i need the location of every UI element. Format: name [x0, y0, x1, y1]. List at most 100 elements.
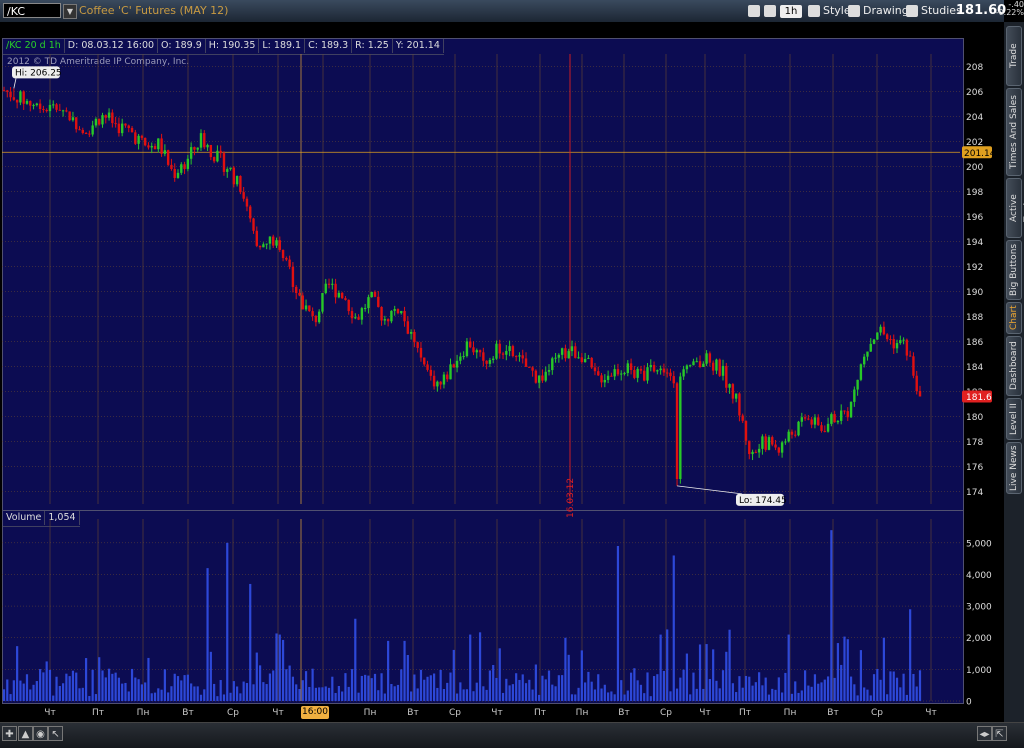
candle-body	[91, 125, 94, 135]
tab-dashboard[interactable]: Dashboard	[1006, 336, 1022, 396]
volume-bar	[580, 650, 583, 701]
volume-bar	[465, 689, 469, 701]
candle-body	[534, 370, 538, 383]
candle-body	[711, 362, 715, 371]
volume-bar	[689, 694, 692, 701]
drawings-button[interactable]: Drawings	[848, 3, 914, 19]
volume-bar	[255, 652, 258, 701]
volume-bar	[761, 685, 764, 701]
candle-body	[757, 448, 761, 453]
candle-body	[426, 364, 429, 370]
interval-button[interactable]: 1h	[780, 5, 802, 18]
volume-bar	[607, 692, 610, 701]
volume-bar	[39, 669, 42, 701]
candle-body	[636, 368, 639, 378]
magnifier-icon[interactable]: ◉	[33, 726, 48, 741]
candle-body	[111, 112, 114, 124]
candle-body	[163, 150, 167, 154]
volume-bar	[833, 677, 836, 701]
pointer-icon[interactable]: ↖	[48, 726, 63, 741]
volume-bar	[541, 675, 544, 701]
candle-body	[252, 218, 255, 231]
volume-bar	[886, 694, 889, 701]
candle-body	[807, 418, 810, 420]
candle-body	[859, 364, 863, 380]
volume-bar	[35, 681, 38, 701]
candle-body	[84, 133, 88, 135]
zoom-in-icon[interactable]: ✚	[2, 726, 17, 741]
tab-trade[interactable]: Trade	[1006, 26, 1022, 86]
tab-chart[interactable]: Chart	[1006, 302, 1022, 334]
candle-body	[400, 310, 403, 314]
volume-bar	[656, 674, 659, 701]
candle-body	[524, 358, 528, 367]
x-axis-label: Ср	[871, 708, 883, 718]
candle-body	[830, 414, 833, 424]
studies-button[interactable]: Studies	[906, 3, 962, 19]
volume-bar	[613, 694, 616, 701]
candle-body	[373, 291, 377, 297]
volume-bar	[895, 677, 899, 701]
zoom-out-icon[interactable]: ▲	[18, 726, 33, 741]
candle-body	[557, 354, 561, 358]
volume-bar	[462, 689, 465, 701]
candle-body	[652, 365, 656, 372]
candle-body	[75, 117, 78, 130]
candle-body	[331, 283, 334, 285]
volume-bar	[508, 685, 511, 701]
volume-bar	[754, 682, 757, 701]
y-tick-label: 180	[966, 413, 983, 423]
top-toolbar: /KC ▼ Coffee 'C' Futures (MAY 12) 1h Sty…	[0, 0, 1024, 23]
candle-body	[885, 334, 889, 340]
volume-bar	[879, 679, 882, 701]
candle-body	[429, 369, 433, 376]
symbol-dropdown-icon[interactable]: ▼	[63, 4, 77, 19]
x-axis-label: Пт	[739, 708, 751, 718]
candle-body	[58, 109, 62, 111]
volume-bar	[236, 686, 239, 701]
candle-body	[390, 310, 393, 322]
volume-bar	[387, 640, 390, 701]
tab-active-trader[interactable]: Active Trader	[1006, 178, 1024, 238]
candle-body	[416, 342, 419, 348]
candle-body	[409, 331, 413, 334]
style-button[interactable]: Style	[808, 3, 851, 19]
symbol-input[interactable]: /KC	[3, 3, 61, 18]
candle-body	[380, 306, 383, 321]
candle-body	[715, 359, 718, 371]
candle-body	[639, 368, 643, 371]
expand-icon[interactable]: ⇱	[992, 726, 1007, 741]
chart-svg[interactable]: 2082062042022001981961941921901881861841…	[0, 22, 1004, 722]
candle-body	[88, 133, 91, 135]
volume-bar	[429, 675, 432, 701]
candle-body	[340, 292, 344, 299]
tab-live-news[interactable]: Live News	[1006, 442, 1022, 494]
tab-times-and-sales[interactable]: Times And Sales	[1006, 88, 1022, 176]
volume-bar	[498, 648, 501, 701]
volume-bar	[180, 680, 183, 701]
tab-big-buttons[interactable]: Big Buttons	[1006, 240, 1022, 300]
crosshair-icon[interactable]	[748, 3, 763, 19]
volume-bar	[111, 673, 114, 701]
volume-bar	[853, 684, 856, 701]
candle-body	[853, 389, 856, 402]
volume-bar	[311, 668, 314, 701]
volume-bar	[341, 691, 344, 701]
volume-bar	[813, 674, 817, 701]
volume-bar	[544, 679, 547, 701]
volume-bar	[826, 676, 830, 701]
volume-bar	[718, 688, 721, 701]
candle-body	[367, 297, 370, 309]
volume-bar	[643, 693, 646, 701]
tab-level-ii[interactable]: Level II	[1006, 398, 1022, 440]
candle-body	[32, 105, 35, 107]
candle-body	[245, 198, 249, 207]
wrench-icon[interactable]	[764, 3, 779, 19]
volume-bar	[455, 693, 459, 701]
volume-bar	[199, 694, 203, 701]
scroll-arrows-icon[interactable]: ◂▸	[977, 726, 992, 741]
candle-body	[61, 110, 65, 112]
candle-body	[620, 373, 623, 375]
volume-bar	[744, 675, 748, 701]
volume-bar	[134, 677, 137, 701]
